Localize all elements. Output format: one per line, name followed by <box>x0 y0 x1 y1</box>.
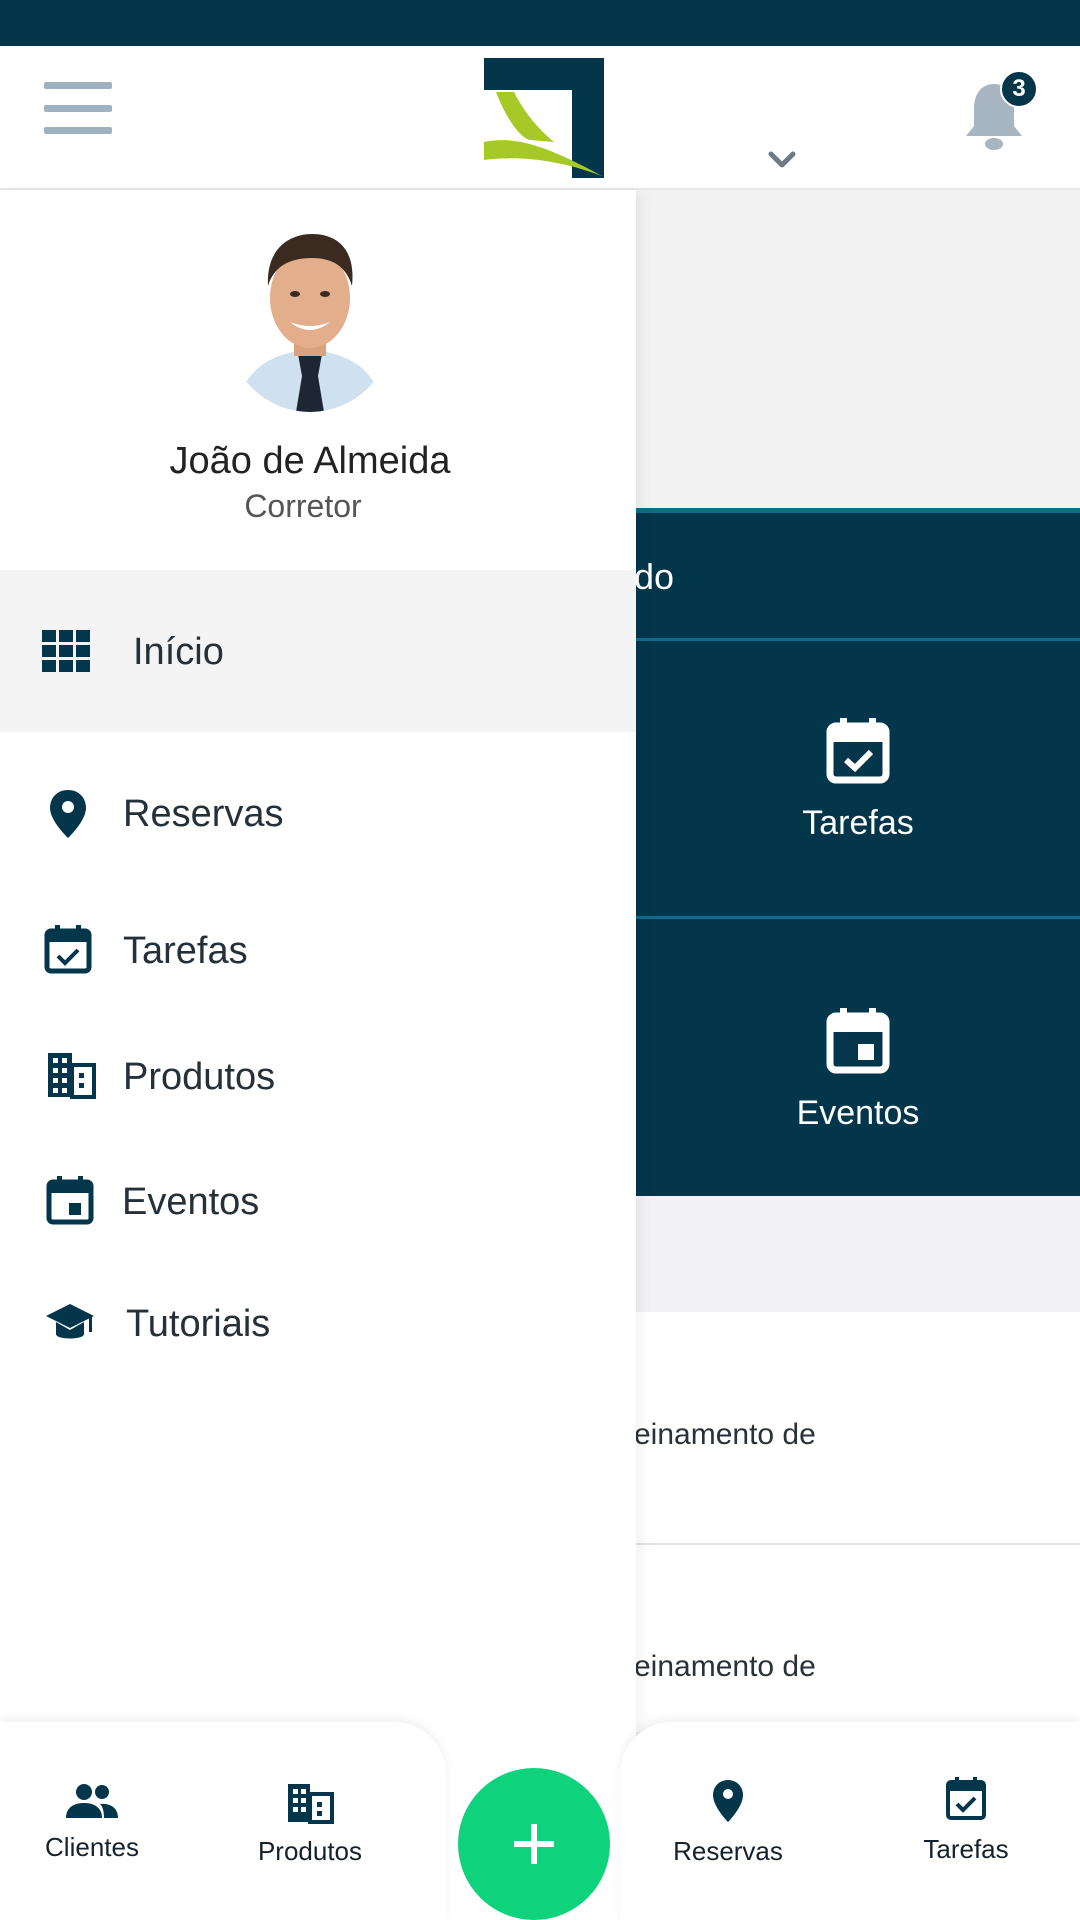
tab-label: Tarefas <box>923 1834 1009 1864</box>
drawer-item-label: Eventos <box>122 1180 260 1223</box>
building-icon <box>48 1053 96 1099</box>
panel-heading-fragment: do <box>634 556 675 597</box>
drawer-item-label: Reservas <box>123 792 284 835</box>
user-role: Corretor <box>244 488 362 524</box>
list-divider <box>636 1543 1080 1545</box>
tile-tarefas[interactable]: Tarefas <box>636 716 1080 843</box>
panel-divider <box>636 638 1080 641</box>
tab-label: Produtos <box>257 1836 363 1866</box>
tile-label: Tarefas <box>802 804 914 842</box>
brand-logo <box>484 58 604 178</box>
tile-eventos[interactable]: Eventos <box>636 1006 1080 1133</box>
hamburger-icon[interactable] <box>44 82 114 134</box>
people-icon <box>66 1784 118 1818</box>
tab-clientes[interactable]: Clientes <box>42 1782 142 1863</box>
tab-tarefas[interactable]: Tarefas <box>916 1776 1016 1865</box>
app-header <box>0 46 1080 190</box>
user-name: João de Almeida <box>169 440 451 482</box>
location-pin-icon <box>713 1780 743 1822</box>
drawer-item-inicio[interactable]: Início <box>0 602 636 702</box>
location-pin-icon <box>50 790 86 838</box>
drawer-item-eventos[interactable]: Eventos <box>0 1152 636 1252</box>
panel-top-border <box>636 508 1080 513</box>
drawer-item-label: Produtos <box>123 1055 276 1098</box>
panel-divider <box>636 916 1080 919</box>
drawer-item-reservas[interactable]: Reservas <box>0 764 636 864</box>
drawer-item-label: Início <box>133 630 224 673</box>
calendar-check-icon <box>946 1777 986 1820</box>
tab-label: Reservas <box>673 1836 783 1866</box>
list-item[interactable]: einamento de <box>634 1650 816 1684</box>
tab-label: Clientes <box>45 1832 139 1862</box>
grid-icon <box>42 630 90 672</box>
navigation-drawer: João de Almeida Corretor Início Reservas… <box>0 190 636 1920</box>
list-item[interactable]: einamento de <box>634 1418 816 1452</box>
avatar <box>228 226 392 412</box>
plus-icon <box>514 1824 554 1864</box>
building-icon <box>288 1784 334 1824</box>
drawer-item-tutoriais[interactable]: Tutoriais <box>0 1274 636 1374</box>
banner-area <box>636 192 1080 512</box>
tab-produtos[interactable]: Produtos <box>254 1782 366 1867</box>
drawer-item-label: Tutoriais <box>126 1302 271 1345</box>
calendar-check-icon <box>44 925 92 974</box>
notification-badge: 3 <box>1000 70 1038 108</box>
tile-label: Eventos <box>796 1094 920 1132</box>
calendar-event-icon <box>826 1008 890 1074</box>
drawer-item-label: Tarefas <box>123 929 248 972</box>
calendar-event-icon <box>46 1176 94 1225</box>
graduation-cap-icon <box>46 1304 94 1339</box>
status-bar <box>0 0 1080 46</box>
add-button[interactable] <box>458 1768 610 1920</box>
section-gap <box>636 1196 1080 1312</box>
drawer-item-tarefas[interactable]: Tarefas <box>0 901 636 1001</box>
drawer-item-produtos[interactable]: Produtos <box>0 1027 636 1127</box>
chevron-down-icon[interactable] <box>766 144 798 176</box>
tab-reservas[interactable]: Reservas <box>670 1778 786 1867</box>
calendar-check-icon <box>826 718 890 784</box>
